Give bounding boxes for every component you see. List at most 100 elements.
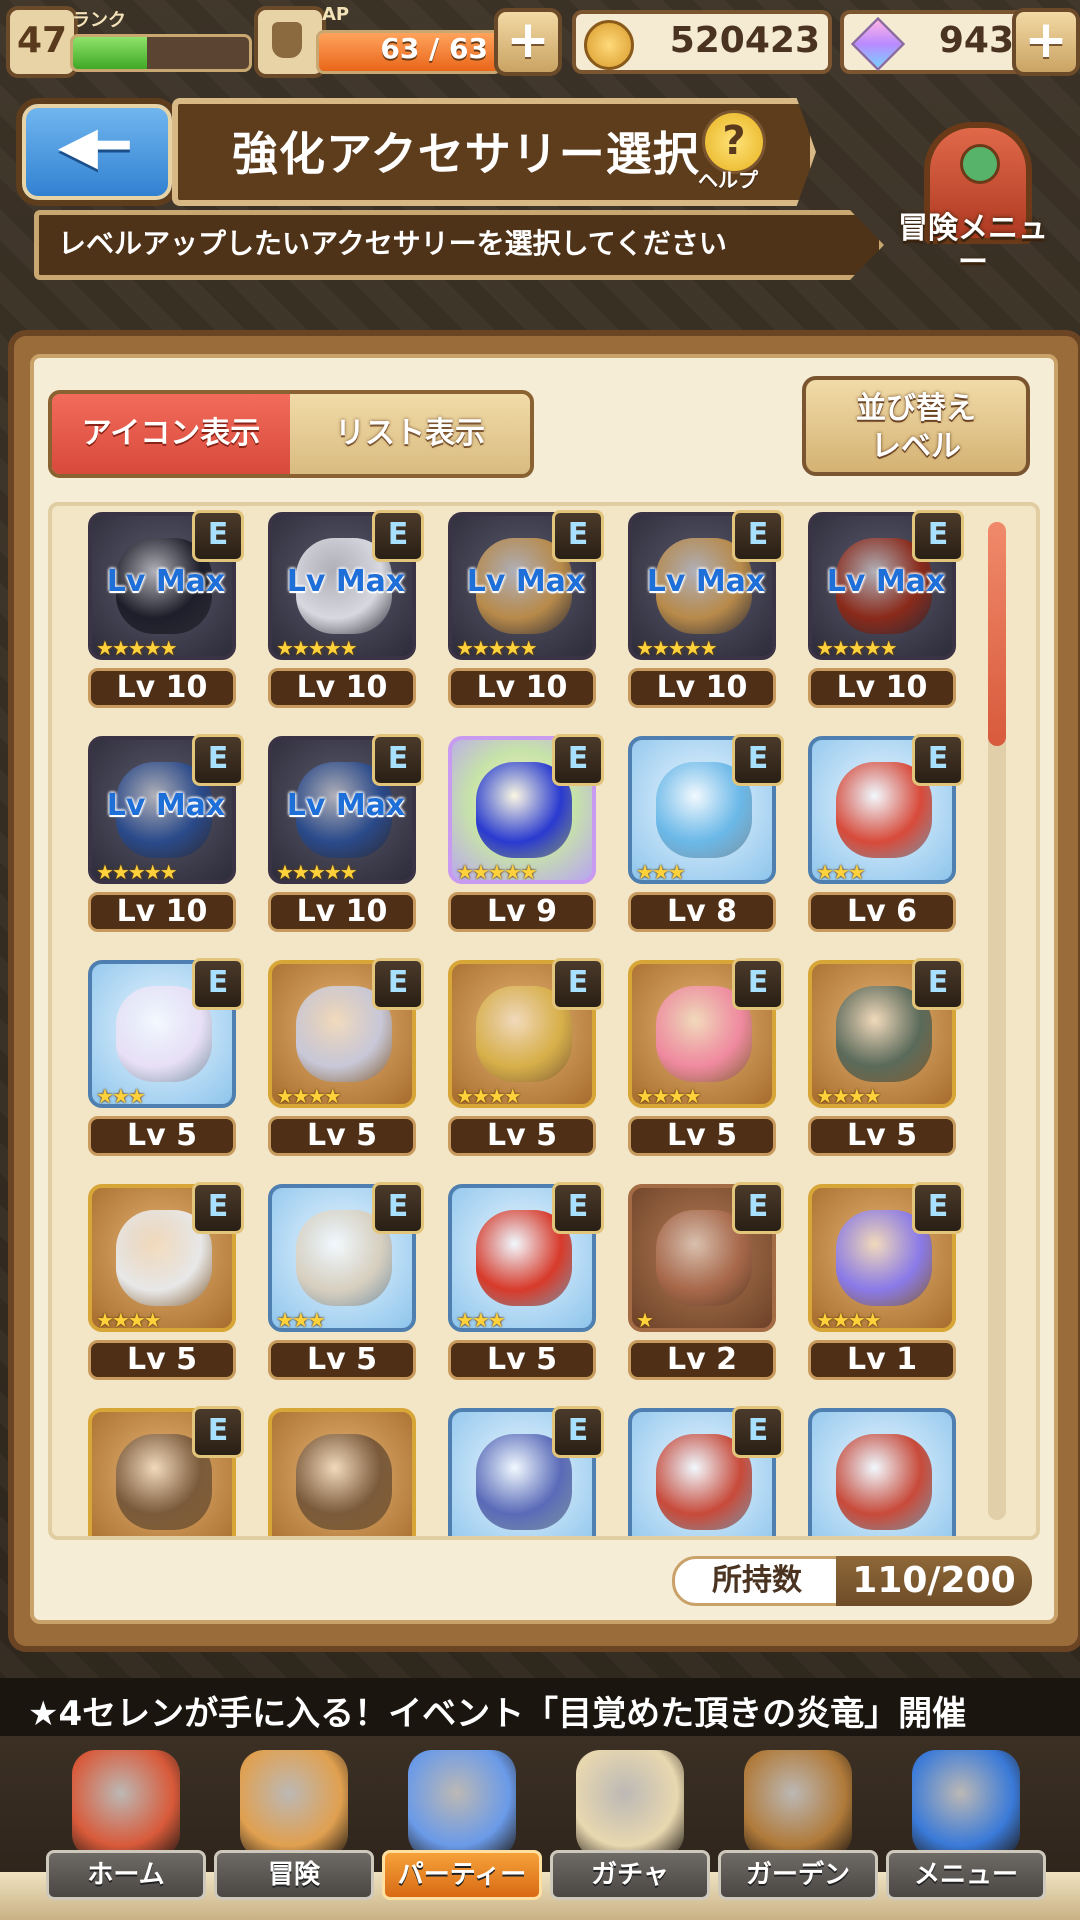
rarity-stars: ★★★: [456, 1308, 506, 1332]
level-label: Lv 5: [268, 1340, 416, 1380]
level-label: Lv 2: [628, 1340, 776, 1380]
level-label: Lv 5: [88, 1340, 236, 1380]
nav-item[interactable]: ガーデン: [718, 1740, 878, 1910]
accessory-item[interactable]: E: [448, 1406, 604, 1536]
level-label: Lv 5: [268, 1116, 416, 1156]
book-icon: [912, 1750, 1020, 1858]
rarity-stars: ★★★: [636, 860, 686, 884]
accessory-item[interactable]: ★★★ E Lv 6: [808, 734, 964, 936]
accessory-item[interactable]: ★★★ E Lv 5: [448, 1182, 604, 1384]
nav-item[interactable]: パーティー: [382, 1740, 542, 1910]
chess-pieces-icon: [408, 1750, 516, 1858]
accessory-item[interactable]: Lv Max ★★★★★ E Lv 10: [628, 510, 784, 712]
left-arrow-icon: ◀━: [58, 116, 130, 176]
accessory-item[interactable]: ★★★★★ E Lv 9: [448, 734, 604, 936]
equipped-badge: E: [192, 1406, 244, 1458]
lv-max-label: Lv Max: [106, 564, 226, 599]
level-label: Lv 10: [88, 668, 236, 708]
accessory-item[interactable]: ★★★ E Lv 8: [628, 734, 784, 936]
equipped-badge: E: [912, 958, 964, 1010]
sort-button[interactable]: 並び替え レベル: [802, 376, 1030, 476]
level-label: Lv 10: [268, 892, 416, 932]
accessory-item[interactable]: ★★★★ E Lv 5: [808, 958, 964, 1160]
accessory-item[interactable]: [808, 1408, 956, 1536]
lv-max-label: Lv Max: [646, 564, 766, 599]
rarity-stars: ★★★★★: [456, 860, 538, 884]
nav-label: ガーデン: [718, 1850, 878, 1900]
nav-item[interactable]: 冒険: [214, 1740, 374, 1910]
sort-button-label: 並び替え: [856, 391, 976, 426]
level-label: Lv 10: [268, 668, 416, 708]
rarity-stars: ★★★★: [96, 1308, 162, 1332]
accessory-item[interactable]: E: [628, 1406, 784, 1536]
equipped-badge: E: [372, 510, 424, 562]
owned-count-label: 所持数: [672, 1556, 842, 1606]
coin-icon: [584, 20, 634, 70]
lv-max-label: Lv Max: [466, 564, 586, 599]
add-gems-button[interactable]: +: [1012, 8, 1080, 76]
equipped-badge: E: [552, 734, 604, 786]
equipped-badge: E: [372, 1182, 424, 1234]
accessory-item[interactable]: Lv Max ★★★★★ E Lv 10: [88, 734, 244, 936]
equipped-badge: E: [552, 958, 604, 1010]
equipped-badge: E: [732, 734, 784, 786]
add-ap-button[interactable]: +: [494, 8, 562, 76]
level-label: Lv 5: [448, 1340, 596, 1380]
level-label: Lv 10: [808, 668, 956, 708]
adventure-menu-button[interactable]: 冒険メニュー: [898, 122, 1048, 282]
accessory-icon: [836, 1434, 932, 1530]
icon-view-tab[interactable]: アイコン表示: [52, 394, 290, 474]
level-label: Lv 5: [88, 1116, 236, 1156]
news-ticker[interactable]: ★4セレンが手に入る！イベント「目覚めた頂きの炎竜」開催: [0, 1678, 1080, 1736]
accessory-item[interactable]: Lv Max ★★★★★ E Lv 10: [268, 510, 424, 712]
rarity-stars: ★★★★: [816, 1308, 882, 1332]
ap-value: 63 / 63: [380, 32, 488, 65]
rank-label: ランク: [72, 10, 126, 31]
level-label: Lv 5: [628, 1116, 776, 1156]
rarity-stars: ★★★★: [816, 1084, 882, 1108]
accessory-item[interactable]: Lv Max ★★★★★ E Lv 10: [808, 510, 964, 712]
accessory-item[interactable]: ★★★ E Lv 5: [268, 1182, 424, 1384]
accessory-item[interactable]: ★★★★ E Lv 5: [628, 958, 784, 1160]
equipped-badge: E: [372, 958, 424, 1010]
accessory-item[interactable]: ★★★★ E Lv 5: [268, 958, 424, 1160]
compass-icon: [240, 1750, 348, 1858]
equipped-badge: E: [192, 510, 244, 562]
nav-label: 冒険: [214, 1850, 374, 1900]
accessory-icon-frame: [268, 1408, 416, 1536]
accessory-item[interactable]: [268, 1408, 416, 1536]
rank-progress-fill: [73, 37, 147, 69]
rarity-stars: ★: [636, 1308, 654, 1332]
rarity-stars: ★★★: [276, 1308, 326, 1332]
equipped-badge: E: [552, 510, 604, 562]
nav-item[interactable]: ガチャ: [550, 1740, 710, 1910]
level-label: Lv 6: [808, 892, 956, 932]
rarity-stars: ★★★★★: [276, 636, 358, 660]
accessory-item[interactable]: ★★★★ E Lv 1: [808, 1182, 964, 1384]
equipped-badge: E: [192, 958, 244, 1010]
accessory-item[interactable]: Lv Max ★★★★★ E Lv 10: [268, 734, 424, 936]
owned-count-value: 110/200: [836, 1556, 1032, 1606]
equipped-badge: E: [192, 734, 244, 786]
accessory-item[interactable]: Lv Max ★★★★★ E Lv 10: [88, 510, 244, 712]
accessory-item[interactable]: E: [88, 1406, 244, 1536]
rank-progress-bar: [70, 34, 252, 72]
back-button[interactable]: ◀━: [16, 98, 178, 206]
scrollbar-thumb[interactable]: [988, 522, 1006, 746]
accessory-item[interactable]: ★ E Lv 2: [628, 1182, 784, 1384]
accessory-item[interactable]: ★★★★ E Lv 5: [88, 1182, 244, 1384]
accessory-item[interactable]: ★★★★ E Lv 5: [448, 958, 604, 1160]
ap-label: AP: [322, 4, 350, 25]
accessory-icon-frame: [808, 1408, 956, 1536]
rarity-stars: ★★★★★: [276, 860, 358, 884]
level-label: Lv 1: [808, 1340, 956, 1380]
accessory-item[interactable]: Lv Max ★★★★★ E Lv 10: [448, 510, 604, 712]
ticker-text: ★4セレンが手に入る！イベント「目覚めた頂きの炎竜」開催: [28, 1694, 967, 1734]
list-view-tab[interactable]: リスト表示: [290, 394, 530, 474]
view-toggle: アイコン表示 リスト表示: [48, 390, 534, 478]
nav-item[interactable]: メニュー: [886, 1740, 1046, 1910]
accessory-item[interactable]: ★★★ E Lv 5: [88, 958, 244, 1160]
nav-item[interactable]: ホーム: [46, 1740, 206, 1910]
basket-icon: [744, 1750, 852, 1858]
rarity-stars: ★★★: [96, 1084, 146, 1108]
